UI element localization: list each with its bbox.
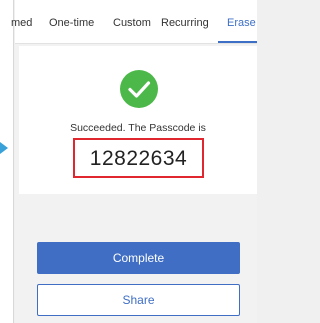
- tab-erase[interactable]: Erase: [227, 17, 256, 29]
- left-panel-edge: [0, 0, 14, 323]
- tab-custom[interactable]: Custom: [113, 17, 151, 29]
- complete-button[interactable]: Complete: [37, 242, 240, 274]
- arrow-right-icon: [0, 142, 8, 154]
- tab-recurring[interactable]: Recurring: [161, 17, 209, 29]
- tab-bar: med One-time Custom Recurring Erase: [11, 0, 257, 44]
- success-message: Succeeded. The Passcode is: [70, 122, 206, 134]
- result-card: Succeeded. The Passcode is 12822634: [19, 46, 257, 194]
- share-button[interactable]: Share: [37, 284, 240, 316]
- passcode-value: 12822634: [89, 147, 188, 170]
- main-panel: med One-time Custom Recurring Erase Succ…: [11, 0, 257, 323]
- active-tab-indicator: [218, 41, 257, 43]
- tab-timed[interactable]: med: [11, 17, 32, 29]
- tab-one-time[interactable]: One-time: [49, 17, 94, 29]
- checkmark-circle-icon: [120, 70, 158, 108]
- passcode-highlight-box: 12822634: [73, 138, 204, 178]
